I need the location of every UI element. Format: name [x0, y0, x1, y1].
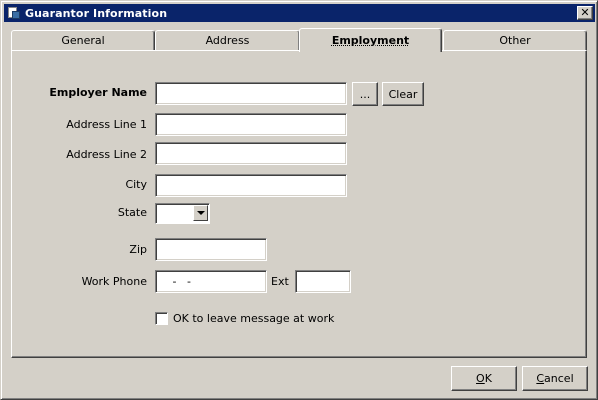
cancel-mnemonic: C [536, 372, 545, 385]
address-line-1-field[interactable] [155, 113, 347, 136]
ok-mnemonic: O [476, 372, 485, 385]
chevron-down-icon[interactable] [193, 205, 208, 221]
address-line-2-field[interactable] [155, 142, 347, 165]
leave-message-label[interactable]: OK to leave message at work [173, 312, 334, 325]
tab-address-label: Address [205, 34, 250, 47]
title-bar[interactable]: Guarantor Information ✕ [4, 4, 595, 22]
state-select[interactable] [155, 203, 210, 224]
work-phone-field[interactable] [155, 270, 267, 293]
ok-button[interactable]: OK [451, 366, 517, 391]
zip-label: Zip [129, 243, 147, 256]
city-field[interactable] [155, 174, 347, 197]
tab-other[interactable]: Other [443, 30, 587, 51]
browse-employer-button[interactable]: ... [352, 82, 378, 106]
tab-employment-label: Employment [331, 34, 410, 47]
close-icon: ✕ [580, 6, 590, 19]
clear-button[interactable]: Clear [382, 82, 424, 106]
address-line-1-label: Address Line 1 [66, 118, 147, 131]
tab-address[interactable]: Address [155, 30, 300, 51]
cancel-label-rest: ancel [544, 372, 574, 385]
state-label: State [117, 206, 147, 219]
close-button[interactable]: ✕ [577, 6, 593, 20]
zip-field[interactable] [155, 238, 267, 261]
cancel-button[interactable]: Cancel [522, 366, 588, 391]
tab-other-label: Other [499, 34, 531, 47]
tab-general[interactable]: General [11, 30, 155, 51]
window-title: Guarantor Information [25, 6, 168, 20]
city-label: City [125, 178, 147, 191]
work-phone-label: Work Phone [81, 275, 147, 288]
employer-name-label: Employer Name [49, 86, 147, 99]
tab-general-label: General [61, 34, 105, 47]
leave-message-checkbox[interactable] [155, 312, 168, 325]
address-line-2-label: Address Line 2 [66, 148, 147, 161]
dialog-window: Guarantor Information ✕ General Address … [0, 0, 598, 400]
employer-name-field[interactable] [155, 82, 347, 105]
ext-label: Ext [271, 275, 289, 288]
window-icon [7, 6, 21, 20]
tab-employment[interactable]: Employment [299, 28, 442, 52]
ext-field[interactable] [295, 270, 351, 293]
ok-label-rest: K [484, 372, 492, 385]
